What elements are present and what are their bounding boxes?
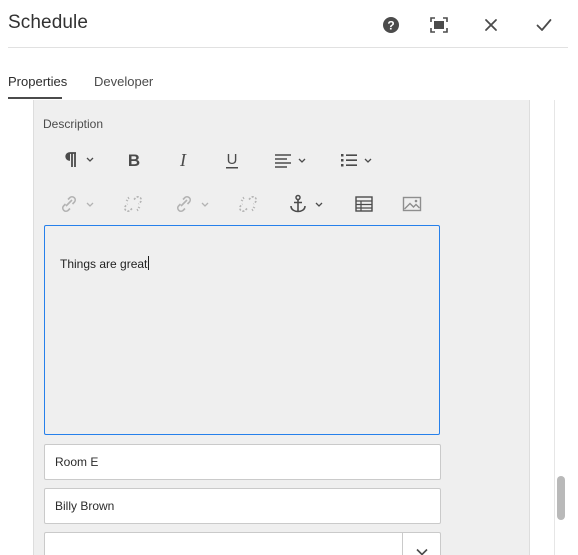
done-button[interactable] bbox=[531, 12, 557, 38]
help-button[interactable]: ? bbox=[378, 12, 404, 38]
svg-text:B: B bbox=[128, 151, 140, 169]
underline-button[interactable]: U bbox=[220, 148, 244, 172]
text-caret bbox=[148, 256, 150, 270]
scroll-track bbox=[554, 100, 555, 555]
italic-icon: I bbox=[175, 151, 191, 169]
select-field[interactable] bbox=[44, 532, 441, 555]
fullscreen-button[interactable] bbox=[426, 12, 452, 38]
scrollbar-thumb[interactable] bbox=[557, 476, 565, 520]
underline-icon: U bbox=[224, 150, 240, 170]
table-icon bbox=[354, 195, 374, 213]
schedule-dialog: Schedule ? Properties Developer Descript… bbox=[0, 0, 578, 555]
list-button[interactable] bbox=[336, 148, 376, 172]
description-label: Description bbox=[43, 117, 104, 131]
svg-text:U: U bbox=[227, 151, 238, 168]
tab-developer[interactable]: Developer bbox=[94, 74, 153, 89]
italic-button[interactable]: I bbox=[171, 148, 195, 172]
bold-icon: B bbox=[126, 151, 142, 169]
description-text-wrap: Things are great bbox=[60, 256, 150, 271]
dialog-title: Schedule bbox=[8, 12, 89, 33]
list-icon bbox=[338, 151, 374, 169]
help-icon: ? bbox=[382, 16, 400, 34]
link-icon bbox=[57, 194, 95, 214]
unlink-alt-button[interactable] bbox=[236, 192, 260, 216]
close-button[interactable] bbox=[478, 12, 504, 38]
link-alt-button[interactable] bbox=[171, 192, 211, 216]
image-button[interactable] bbox=[400, 192, 424, 216]
tab-properties[interactable]: Properties bbox=[8, 74, 67, 89]
unlink-icon bbox=[238, 194, 258, 214]
dialog-header: Schedule ? bbox=[0, 0, 578, 48]
svg-text:I: I bbox=[179, 151, 187, 169]
checkmark-icon bbox=[536, 18, 552, 32]
description-text: Things are great bbox=[60, 257, 148, 271]
close-icon bbox=[484, 18, 498, 32]
active-tab-indicator bbox=[8, 97, 62, 99]
paragraph-format-icon bbox=[60, 150, 96, 170]
justify-button[interactable] bbox=[270, 148, 310, 172]
anchor-icon bbox=[287, 194, 325, 214]
unlink-button[interactable] bbox=[121, 192, 145, 216]
select-divider bbox=[402, 533, 403, 555]
anchor-button[interactable] bbox=[286, 192, 326, 216]
svg-text:?: ? bbox=[387, 19, 394, 33]
unlink-icon bbox=[123, 194, 143, 214]
image-icon bbox=[402, 195, 422, 213]
table-button[interactable] bbox=[352, 192, 376, 216]
bold-button[interactable]: B bbox=[122, 148, 146, 172]
fullscreen-icon bbox=[430, 17, 448, 33]
dialog-content: Description B I U Things are great Room … bbox=[0, 100, 578, 555]
link-button[interactable] bbox=[56, 192, 96, 216]
tab-bar: Properties Developer bbox=[0, 48, 578, 100]
justify-icon bbox=[272, 151, 308, 169]
paragraph-format-button[interactable] bbox=[58, 148, 98, 172]
location-field[interactable] bbox=[44, 444, 441, 480]
link-icon bbox=[172, 194, 210, 214]
person-field[interactable] bbox=[44, 488, 441, 524]
chevron-down-icon[interactable] bbox=[416, 543, 428, 555]
description-editor[interactable]: Things are great bbox=[44, 225, 440, 435]
